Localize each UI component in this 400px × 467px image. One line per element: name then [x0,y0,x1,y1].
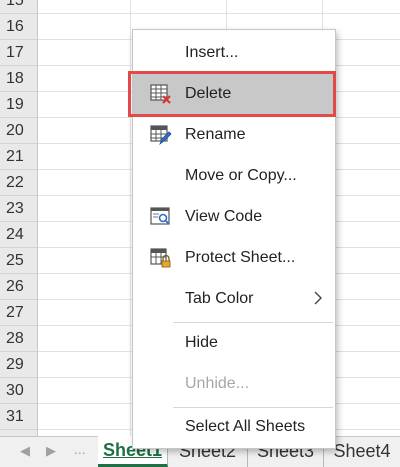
protect-sheet-icon [150,247,172,269]
row-number[interactable]: 19 [0,92,37,118]
rename-sheet-icon [150,124,172,146]
menu-item-view-code[interactable]: View Code [133,197,335,237]
tab-nav-next-icon[interactable]: ▶ [46,443,56,459]
row-number[interactable]: 23 [0,196,37,222]
menu-item-move-or-copy[interactable]: Move or Copy... [133,156,335,196]
row-number[interactable]: 22 [0,170,37,196]
menu-item-label: Insert... [185,44,239,61]
menu-item-hide[interactable]: Hide [133,323,335,363]
gridline [130,0,131,436]
row-number[interactable]: 24 [0,222,37,248]
delete-sheet-icon [150,83,172,105]
menu-item-label: View Code [185,208,263,225]
row-number[interactable]: 26 [0,274,37,300]
menu-item-protect-sheet[interactable]: Protect Sheet... [133,238,335,278]
menu-item-delete[interactable]: Delete [133,74,335,114]
row-number[interactable]: 30 [0,378,37,404]
row-number[interactable]: 18 [0,66,37,92]
menu-item-label: Tab Color [185,290,254,307]
sheet-context-menu: Insert... Delete Rename Move or Copy... … [132,29,336,449]
menu-item-label: Protect Sheet... [185,249,296,266]
menu-item-label: Move or Copy... [185,167,297,184]
chevron-right-icon [311,291,325,305]
row-number[interactable]: 16 [0,14,37,40]
row-number[interactable]: 27 [0,300,37,326]
menu-item-label: Unhide... [185,375,250,392]
menu-item-rename[interactable]: Rename [133,115,335,155]
row-number[interactable]: 25 [0,248,37,274]
row-number[interactable]: 29 [0,352,37,378]
more-tabs-indicator[interactable]: ... [74,441,86,457]
menu-item-insert[interactable]: Insert... [133,33,335,73]
menu-item-unhide: Unhide... [133,364,335,404]
menu-item-label: Delete [185,85,232,102]
gridline [38,13,400,14]
row-number[interactable]: 31 [0,404,37,430]
row-number[interactable]: 20 [0,118,37,144]
sheet-tab-label: Sheet4 [333,441,391,461]
row-number[interactable]: 17 [0,40,37,66]
menu-item-select-all-sheets[interactable]: Select All Sheets [133,407,335,447]
view-code-icon [150,206,172,228]
row-number[interactable]: 15 [0,0,37,14]
row-number[interactable]: 28 [0,326,37,352]
menu-item-label: Rename [185,126,246,143]
menu-item-label: Hide [185,334,218,351]
row-header-column: 15 16 17 18 19 20 21 22 23 24 25 26 27 2… [0,0,38,436]
row-number[interactable]: 21 [0,144,37,170]
menu-item-tab-color[interactable]: Tab Color [133,279,335,319]
tab-nav-prev-icon[interactable]: ◀ [20,443,30,459]
menu-item-label: Select All Sheets [185,418,306,435]
